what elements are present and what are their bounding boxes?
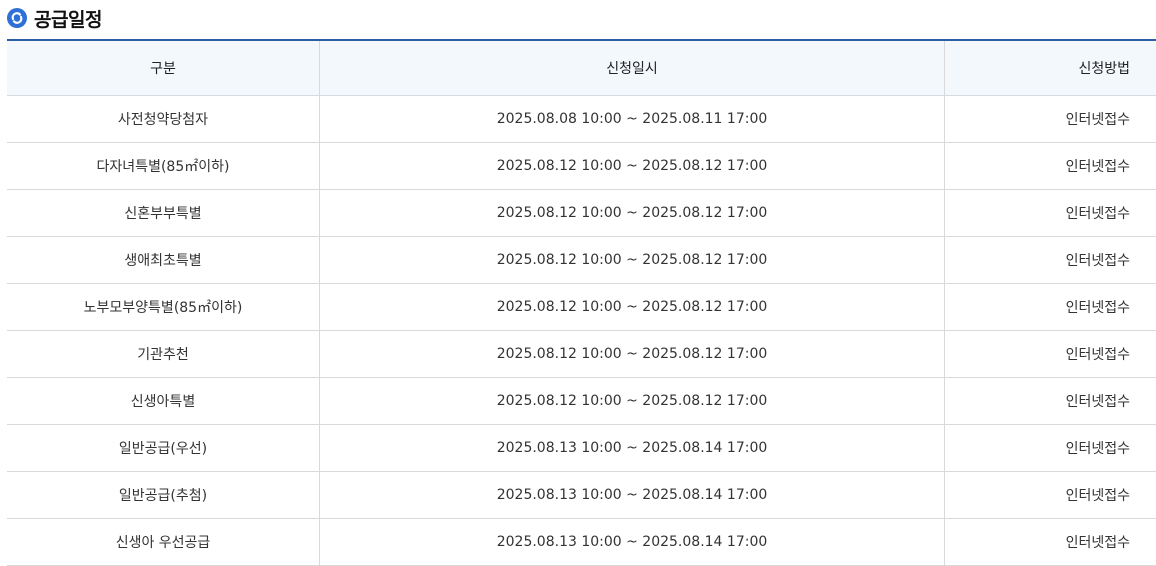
table-row: 일반공급(우선) 2025.08.13 10:00 ~ 2025.08.14 1… — [7, 425, 1156, 472]
cell-method: 인터넷접수 — [945, 519, 1156, 566]
cell-method: 인터넷접수 — [945, 237, 1156, 284]
table-row: 신생아특별 2025.08.12 10:00 ~ 2025.08.12 17:0… — [7, 378, 1156, 425]
cell-type: 노부모부양특별(85㎡이하) — [7, 284, 320, 331]
cell-type: 신생아 우선공급 — [7, 519, 320, 566]
supply-schedule-table: 구분 신청일시 신청방법 사전청약당첨자 2025.08.08 10:00 ~ … — [7, 39, 1156, 566]
cell-method: 인터넷접수 — [945, 190, 1156, 237]
refresh-icon — [7, 8, 27, 28]
cell-method: 인터넷접수 — [945, 378, 1156, 425]
cell-method: 인터넷접수 — [945, 143, 1156, 190]
cell-period: 2025.08.13 10:00 ~ 2025.08.14 17:00 — [320, 472, 945, 519]
cell-period: 2025.08.08 10:00 ~ 2025.08.11 17:00 — [320, 96, 945, 143]
section-header: 공급일정 — [7, 4, 102, 32]
cell-method: 인터넷접수 — [945, 96, 1156, 143]
section-title: 공급일정 — [34, 5, 102, 32]
column-header-period: 신청일시 — [320, 40, 945, 96]
table-row: 신혼부부특별 2025.08.12 10:00 ~ 2025.08.12 17:… — [7, 190, 1156, 237]
table-row: 일반공급(추첨) 2025.08.13 10:00 ~ 2025.08.14 1… — [7, 472, 1156, 519]
cell-method: 인터넷접수 — [945, 425, 1156, 472]
cell-period: 2025.08.12 10:00 ~ 2025.08.12 17:00 — [320, 284, 945, 331]
cell-type: 다자녀특별(85㎡이하) — [7, 143, 320, 190]
cell-type: 일반공급(우선) — [7, 425, 320, 472]
table-row: 사전청약당첨자 2025.08.08 10:00 ~ 2025.08.11 17… — [7, 96, 1156, 143]
cell-period: 2025.08.13 10:00 ~ 2025.08.14 17:00 — [320, 519, 945, 566]
cell-method: 인터넷접수 — [945, 472, 1156, 519]
table-row: 기관추천 2025.08.12 10:00 ~ 2025.08.12 17:00… — [7, 331, 1156, 378]
column-header-type: 구분 — [7, 40, 320, 96]
cell-period: 2025.08.12 10:00 ~ 2025.08.12 17:00 — [320, 190, 945, 237]
table-row: 다자녀특별(85㎡이하) 2025.08.12 10:00 ~ 2025.08.… — [7, 143, 1156, 190]
cell-period: 2025.08.12 10:00 ~ 2025.08.12 17:00 — [320, 331, 945, 378]
table-row: 노부모부양특별(85㎡이하) 2025.08.12 10:00 ~ 2025.0… — [7, 284, 1156, 331]
table-row: 신생아 우선공급 2025.08.13 10:00 ~ 2025.08.14 1… — [7, 519, 1156, 566]
table-row: 생애최초특별 2025.08.12 10:00 ~ 2025.08.12 17:… — [7, 237, 1156, 284]
column-header-method: 신청방법 — [945, 40, 1156, 96]
cell-period: 2025.08.12 10:00 ~ 2025.08.12 17:00 — [320, 237, 945, 284]
cell-type: 신생아특별 — [7, 378, 320, 425]
cell-method: 인터넷접수 — [945, 331, 1156, 378]
cell-period: 2025.08.13 10:00 ~ 2025.08.14 17:00 — [320, 425, 945, 472]
cell-type: 생애최초특별 — [7, 237, 320, 284]
cell-period: 2025.08.12 10:00 ~ 2025.08.12 17:00 — [320, 143, 945, 190]
cell-type: 신혼부부특별 — [7, 190, 320, 237]
cell-method: 인터넷접수 — [945, 284, 1156, 331]
table-header-row: 구분 신청일시 신청방법 — [7, 40, 1156, 96]
cell-type: 일반공급(추첨) — [7, 472, 320, 519]
cell-period: 2025.08.12 10:00 ~ 2025.08.12 17:00 — [320, 378, 945, 425]
schedule-table-container: 구분 신청일시 신청방법 사전청약당첨자 2025.08.08 10:00 ~ … — [7, 39, 1156, 566]
cell-type: 기관추천 — [7, 331, 320, 378]
cell-type: 사전청약당첨자 — [7, 96, 320, 143]
